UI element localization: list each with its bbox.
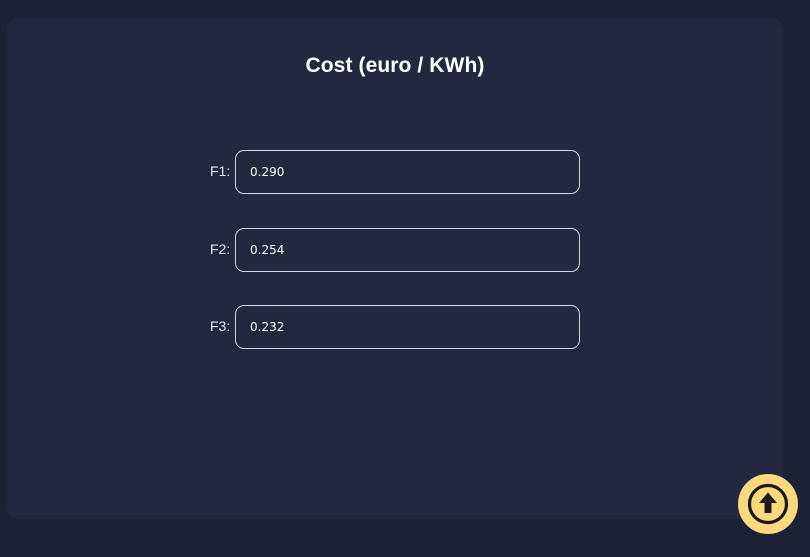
page-title: Cost (euro / KWh) [305,54,485,77]
f1-input[interactable] [235,150,580,194]
f2-label: F2: [210,241,231,257]
upload-button[interactable] [738,474,798,534]
f1-label: F1: [210,163,231,179]
field-row-f2: F2: [0,228,810,272]
field-row-f3: F3: [0,305,810,349]
f3-label: F3: [210,318,231,334]
f3-input[interactable] [235,305,580,349]
page: Cost (euro / KWh) F1: F2: F3: [0,0,810,557]
arrow-up-circle-icon [747,483,789,525]
f2-input[interactable] [235,228,580,272]
field-row-f1: F1: [0,150,810,194]
